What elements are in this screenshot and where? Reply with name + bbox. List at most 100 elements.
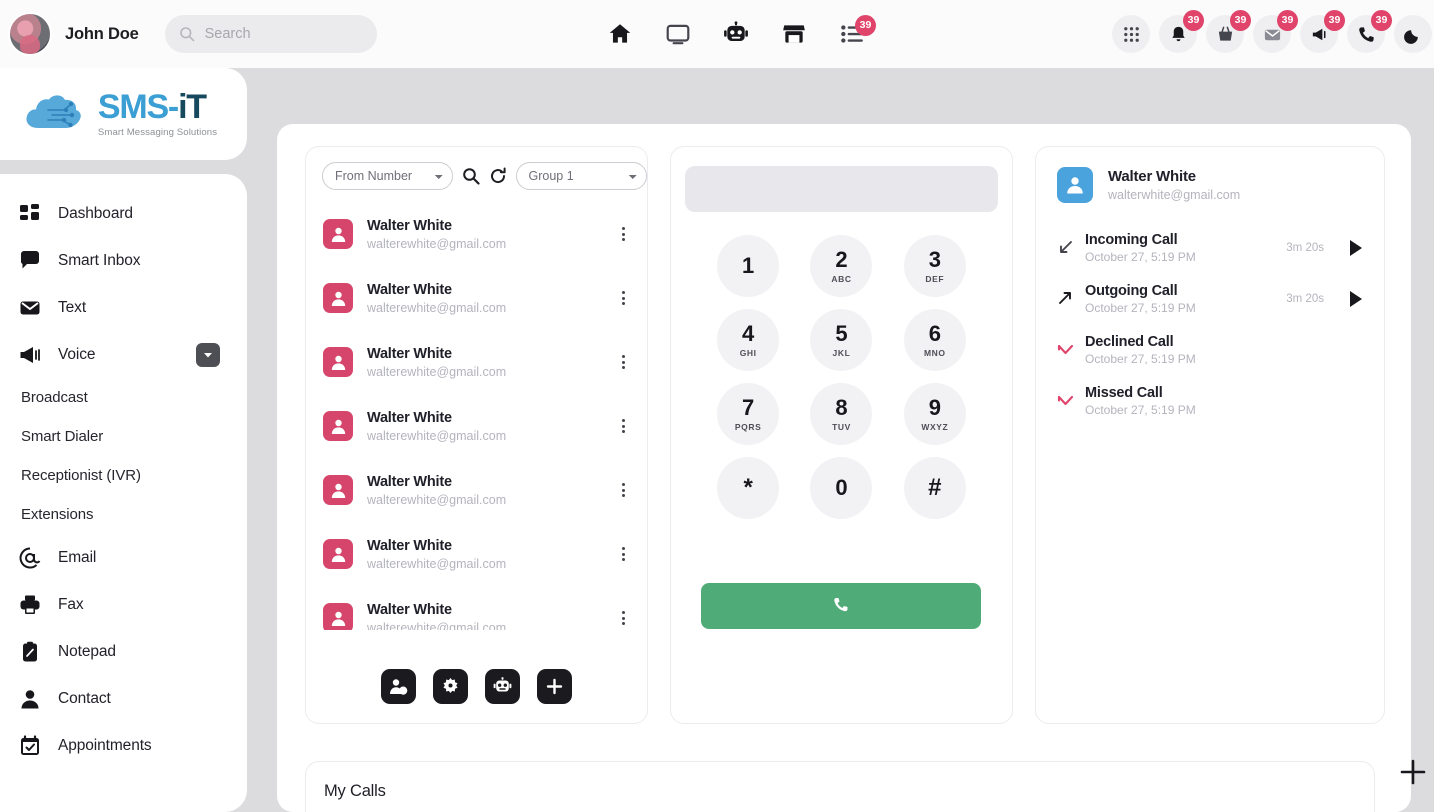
dialpad-panel: 1 2 ABC 3 DEF 4 GHI 5 JKL 6 MNO 7 PQRS 8… xyxy=(670,146,1013,724)
dial-display-field[interactable] xyxy=(685,166,998,212)
dial-key-8[interactable]: 8 TUV xyxy=(810,383,873,445)
sidebar-item-voice[interactable]: Voice xyxy=(0,331,247,378)
page-body: SMS-iT Smart Messaging Solutions Dashboa… xyxy=(0,68,1434,812)
list-item[interactable]: Walter White walterewhite@gmail.com xyxy=(306,330,647,394)
envelope-icon xyxy=(18,296,42,320)
dial-key-3[interactable]: 3 DEF xyxy=(903,235,966,297)
dial-key-symbol: # xyxy=(928,474,942,501)
sidebar-item-notepad[interactable]: Notepad xyxy=(0,628,247,675)
megaphone-icon[interactable]: 39 xyxy=(1300,10,1345,53)
dial-key-letters: JKL xyxy=(832,347,851,358)
bell-icon[interactable]: 39 xyxy=(1159,10,1204,53)
history-row-declined[interactable]: Declined Call October 27, 5:19 PM xyxy=(1036,324,1384,375)
dial-key-7[interactable]: 7 PQRS xyxy=(717,383,780,445)
sidebar-item-appointments[interactable]: Appointments xyxy=(0,722,247,769)
dial-key-number: 0 xyxy=(835,475,848,500)
dial-key-5[interactable]: 5 JKL xyxy=(810,309,873,371)
list-item[interactable]: Walter White walterewhite@gmail.com xyxy=(306,202,647,266)
gear-icon[interactable] xyxy=(433,669,468,704)
phone-icon[interactable]: 39 xyxy=(1347,10,1392,53)
search-icon[interactable] xyxy=(462,167,480,185)
list-item[interactable]: Walter White walterewhite@gmail.com xyxy=(306,522,647,586)
robot-icon[interactable] xyxy=(723,21,749,47)
avatar[interactable] xyxy=(8,12,52,56)
apps-grid-icon[interactable] xyxy=(1112,15,1150,53)
play-icon[interactable] xyxy=(1350,290,1362,307)
list-item[interactable]: Walter White walterewhite@gmail.com xyxy=(306,458,647,522)
contact-more-icon[interactable] xyxy=(615,483,631,497)
search-input[interactable] xyxy=(204,26,355,42)
topbar-center-nav: 39 xyxy=(607,0,876,68)
missed-call-icon xyxy=(1057,392,1077,409)
dial-key-number: 4 xyxy=(742,320,755,346)
sidebar-item-receptionist-ivr[interactable]: Receptionist (IVR) xyxy=(0,456,247,495)
plus-icon[interactable] xyxy=(537,669,572,704)
bell-badge: 39 xyxy=(1183,10,1204,31)
tasklist-icon[interactable]: 39 xyxy=(839,15,876,47)
dial-key-6[interactable]: 6 MNO xyxy=(903,309,966,371)
add-contact-icon[interactable] xyxy=(381,669,416,704)
brand-logo[interactable]: SMS-iT Smart Messaging Solutions xyxy=(0,68,247,160)
sidebar-item-contact[interactable]: Contact xyxy=(0,675,247,722)
sidebar-item-label: Dashboard xyxy=(58,204,133,222)
contact-more-icon[interactable] xyxy=(615,419,631,433)
list-item[interactable]: Walter White walterewhite@gmail.com xyxy=(306,586,647,630)
sidebar-item-text[interactable]: Text xyxy=(0,284,247,331)
grid-icon xyxy=(18,202,42,226)
contact-more-icon[interactable] xyxy=(615,227,631,241)
sidebar-item-email[interactable]: Email xyxy=(0,534,247,581)
sidebar-item-broadcast[interactable]: Broadcast xyxy=(0,378,247,417)
mail-icon[interactable]: 39 xyxy=(1253,10,1298,53)
basket-icon[interactable]: 39 xyxy=(1206,10,1251,53)
sidebar-item-label: Receptionist (IVR) xyxy=(21,467,141,484)
logo-title: SMS-iT xyxy=(97,88,207,126)
call-button[interactable] xyxy=(701,583,981,629)
store-icon[interactable] xyxy=(781,21,807,47)
dial-key-0[interactable]: 0 xyxy=(810,457,873,519)
megaphone-icon xyxy=(18,343,42,367)
contact-more-icon[interactable] xyxy=(615,355,631,369)
sidebar-item-fax[interactable]: Fax xyxy=(0,581,247,628)
dial-key-letters: WXYZ xyxy=(921,421,949,432)
moon-icon[interactable] xyxy=(1394,15,1432,53)
dial-key-4[interactable]: 4 GHI xyxy=(717,309,780,371)
dial-key-number: 5 xyxy=(835,320,848,346)
dial-key-2[interactable]: 2 ABC xyxy=(810,235,873,297)
history-date: October 27, 5:19 PM xyxy=(1085,250,1196,264)
dial-key-number: 9 xyxy=(928,394,941,420)
group-select[interactable]: Group 1 xyxy=(515,162,647,190)
contact-more-icon[interactable] xyxy=(615,611,631,625)
history-date: October 27, 5:19 PM xyxy=(1085,301,1196,315)
sidebar-item-smart-inbox[interactable]: Smart Inbox xyxy=(0,237,247,284)
list-item[interactable]: Walter White walterewhite@gmail.com xyxy=(306,266,647,330)
history-row-outgoing[interactable]: Outgoing Call October 27, 5:19 PM 3m 20s xyxy=(1036,273,1384,324)
history-title: Declined Call xyxy=(1085,334,1174,350)
plus-icon[interactable] xyxy=(1396,755,1430,789)
contact-more-icon[interactable] xyxy=(615,291,631,305)
dial-key-hash[interactable]: # xyxy=(903,457,966,519)
history-row-incoming[interactable]: Incoming Call October 27, 5:19 PM 3m 20s xyxy=(1036,222,1384,273)
dial-key-number: 6 xyxy=(928,320,941,346)
monitor-icon[interactable] xyxy=(665,21,691,47)
sidebar-item-label: Fax xyxy=(58,595,84,613)
home-icon[interactable] xyxy=(607,21,633,47)
search-box[interactable] xyxy=(164,15,377,53)
sidebar-item-dashboard[interactable]: Dashboard xyxy=(0,190,247,237)
contact-more-icon[interactable] xyxy=(615,547,631,561)
from-number-select[interactable]: From Number xyxy=(322,162,453,190)
dial-key-star[interactable]: * xyxy=(717,457,780,519)
contact-name: Walter White xyxy=(367,602,452,618)
list-item[interactable]: Walter White walterewhite@gmail.com xyxy=(306,394,647,458)
history-duration: 3m 20s xyxy=(1286,241,1324,254)
history-row-missed[interactable]: Missed Call October 27, 5:19 PM xyxy=(1036,375,1384,426)
play-icon[interactable] xyxy=(1350,239,1362,256)
my-calls-panel: My Calls xyxy=(305,761,1375,812)
sidebar-item-smart-dialer[interactable]: Smart Dialer xyxy=(0,417,247,456)
refresh-icon[interactable] xyxy=(489,167,507,185)
voice-expand-toggle[interactable] xyxy=(196,342,220,367)
contact-email: walterewhite@gmail.com xyxy=(367,365,507,379)
robot-icon[interactable] xyxy=(485,669,520,704)
dial-key-9[interactable]: 9 WXYZ xyxy=(903,383,966,445)
sidebar-item-extensions[interactable]: Extensions xyxy=(0,495,247,534)
dial-key-1[interactable]: 1 xyxy=(717,235,780,297)
